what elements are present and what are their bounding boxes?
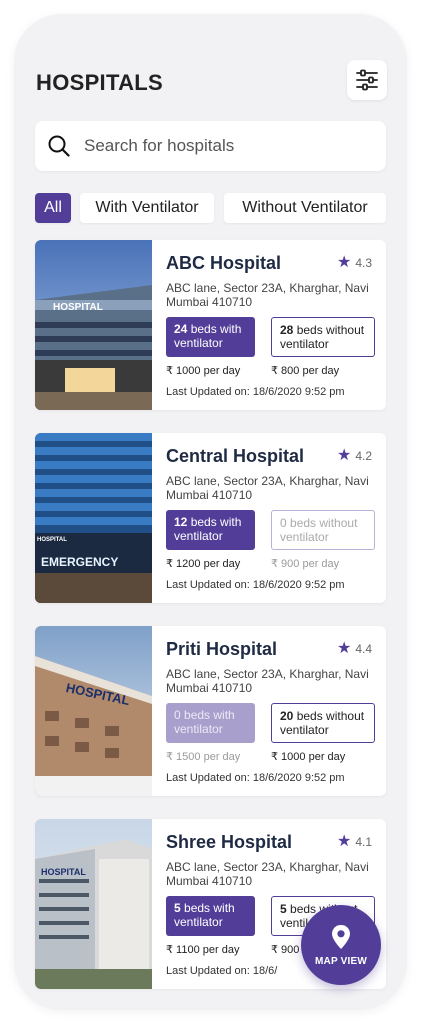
bed-count: 5	[280, 902, 287, 916]
chip-without-ventilator[interactable]: Without Ventilator	[224, 193, 386, 223]
card-body: Central Hospital ★ 4.2 ABC lane, Sector …	[166, 433, 376, 603]
bed-label: beds without ventilator	[280, 709, 365, 737]
last-updated: Last Updated on: 18/6/	[166, 965, 278, 977]
sliders-icon	[356, 69, 378, 91]
price-without-ventilator: ₹ 900 per day	[271, 558, 340, 570]
app-screen: HOSPITALS All With Ventilator Without	[14, 14, 407, 1010]
price-with-ventilator: ₹ 1000 per day	[166, 365, 241, 377]
rating-value: 4.4	[355, 642, 372, 656]
hospital-name: ABC Hospital	[166, 253, 282, 273]
filter-button[interactable]	[347, 60, 387, 100]
bed-count: 12	[174, 515, 188, 529]
hospital-card[interactable]: HOSPITAL ABC Hospital ★ 4.3 ABC lane, Se…	[35, 240, 386, 410]
hospital-card[interactable]: HOSPITAL Priti Hospital ★ 4.4 ABC lane, …	[35, 626, 386, 796]
price-with-ventilator: ₹ 1200 per day	[166, 558, 241, 570]
star-icon: ★	[336, 254, 352, 271]
hospital-image: HOSPITAL	[35, 819, 152, 989]
rating-value: 4.1	[355, 835, 372, 849]
beds-without-ventilator[interactable]: 0 beds without ventilator	[271, 510, 375, 550]
hospital-address: ABC lane, Sector 23A, Kharghar, Navi Mum…	[166, 667, 369, 695]
hospital-image: HOSPITAL	[35, 626, 152, 796]
hospital-name: Shree Hospital	[166, 832, 293, 852]
image-sign-text: HOSPITAL	[41, 867, 86, 877]
hospital-name: Central Hospital	[166, 446, 305, 466]
price-with-ventilator: ₹ 1100 per day	[166, 944, 240, 956]
beds-without-ventilator[interactable]: 20 beds without ventilator	[271, 703, 375, 743]
image-sign-text-small: HOSPITAL	[37, 537, 67, 543]
rating-value: 4.3	[355, 256, 372, 270]
hospital-address: ABC lane, Sector 23A, Kharghar, Navi Mum…	[166, 281, 369, 309]
price-without-ventilator: ₹ 1000 per day	[271, 751, 346, 763]
hospital-name: Priti Hospital	[166, 639, 278, 659]
last-updated: Last Updated on: 18/6/2020 9:52 pm	[166, 579, 345, 591]
price-without-ventilator: ₹ 800 per day	[271, 365, 340, 377]
image-sign-text: EMERGENCY	[41, 555, 118, 569]
rating: ★ 4.2	[336, 447, 372, 464]
map-view-label: MAP VIEW	[315, 955, 367, 967]
card-body: Priti Hospital ★ 4.4 ABC lane, Sector 23…	[166, 626, 376, 796]
beds-with-ventilator[interactable]: 12 beds with ventilator	[166, 510, 255, 550]
search-icon	[48, 135, 70, 157]
header: HOSPITALS	[36, 60, 387, 104]
image-sign-text: HOSPITAL	[53, 302, 103, 313]
bed-count: 5	[174, 901, 181, 915]
hospital-card[interactable]: HOSPITAL EMERGENCY Central Hospital ★ 4.…	[35, 433, 386, 603]
bed-label: beds without ventilator	[280, 323, 365, 351]
search-bar[interactable]	[35, 121, 386, 171]
rating: ★ 4.3	[336, 254, 372, 271]
hospital-address: ABC lane, Sector 23A, Kharghar, Navi Mum…	[166, 860, 369, 888]
bed-count: 24	[174, 322, 188, 336]
rating: ★ 4.4	[336, 640, 372, 657]
bed-count: 0	[174, 708, 181, 722]
map-pin-icon	[332, 924, 350, 949]
beds-with-ventilator[interactable]: 5 beds with ventilator	[166, 896, 255, 936]
page-title: HOSPITALS	[36, 70, 163, 95]
star-icon: ★	[336, 447, 352, 464]
map-view-button[interactable]: MAP VIEW	[301, 905, 381, 985]
hospital-address: ABC lane, Sector 23A, Kharghar, Navi Mum…	[166, 474, 369, 502]
star-icon: ★	[336, 833, 352, 850]
beds-without-ventilator[interactable]: 28 beds without ventilator	[271, 317, 375, 357]
search-input[interactable]	[84, 136, 354, 156]
chip-all[interactable]: All	[35, 193, 71, 223]
hospital-image: HOSPITAL EMERGENCY	[35, 433, 152, 603]
star-icon: ★	[336, 640, 352, 657]
rating: ★ 4.1	[336, 833, 372, 850]
price-without-ventilator: ₹ 900	[271, 944, 300, 956]
last-updated: Last Updated on: 18/6/2020 9:52 pm	[166, 772, 345, 784]
bed-count: 28	[280, 323, 294, 337]
beds-with-ventilator[interactable]: 24 beds with ventilator	[166, 317, 255, 357]
hospital-image: HOSPITAL	[35, 240, 152, 410]
bed-label: beds with ventilator	[174, 708, 235, 736]
bed-count: 0	[280, 516, 287, 530]
last-updated: Last Updated on: 18/6/2020 9:52 pm	[166, 386, 345, 398]
bed-count: 20	[280, 709, 294, 723]
price-with-ventilator: ₹ 1500 per day	[166, 751, 241, 763]
card-body: ABC Hospital ★ 4.3 ABC lane, Sector 23A,…	[166, 240, 376, 410]
bed-label: beds with ventilator	[174, 901, 235, 929]
chip-with-ventilator[interactable]: With Ventilator	[80, 193, 214, 223]
beds-with-ventilator[interactable]: 0 beds with ventilator	[166, 703, 255, 743]
bed-label: beds without ventilator	[280, 516, 358, 544]
rating-value: 4.2	[355, 449, 372, 463]
